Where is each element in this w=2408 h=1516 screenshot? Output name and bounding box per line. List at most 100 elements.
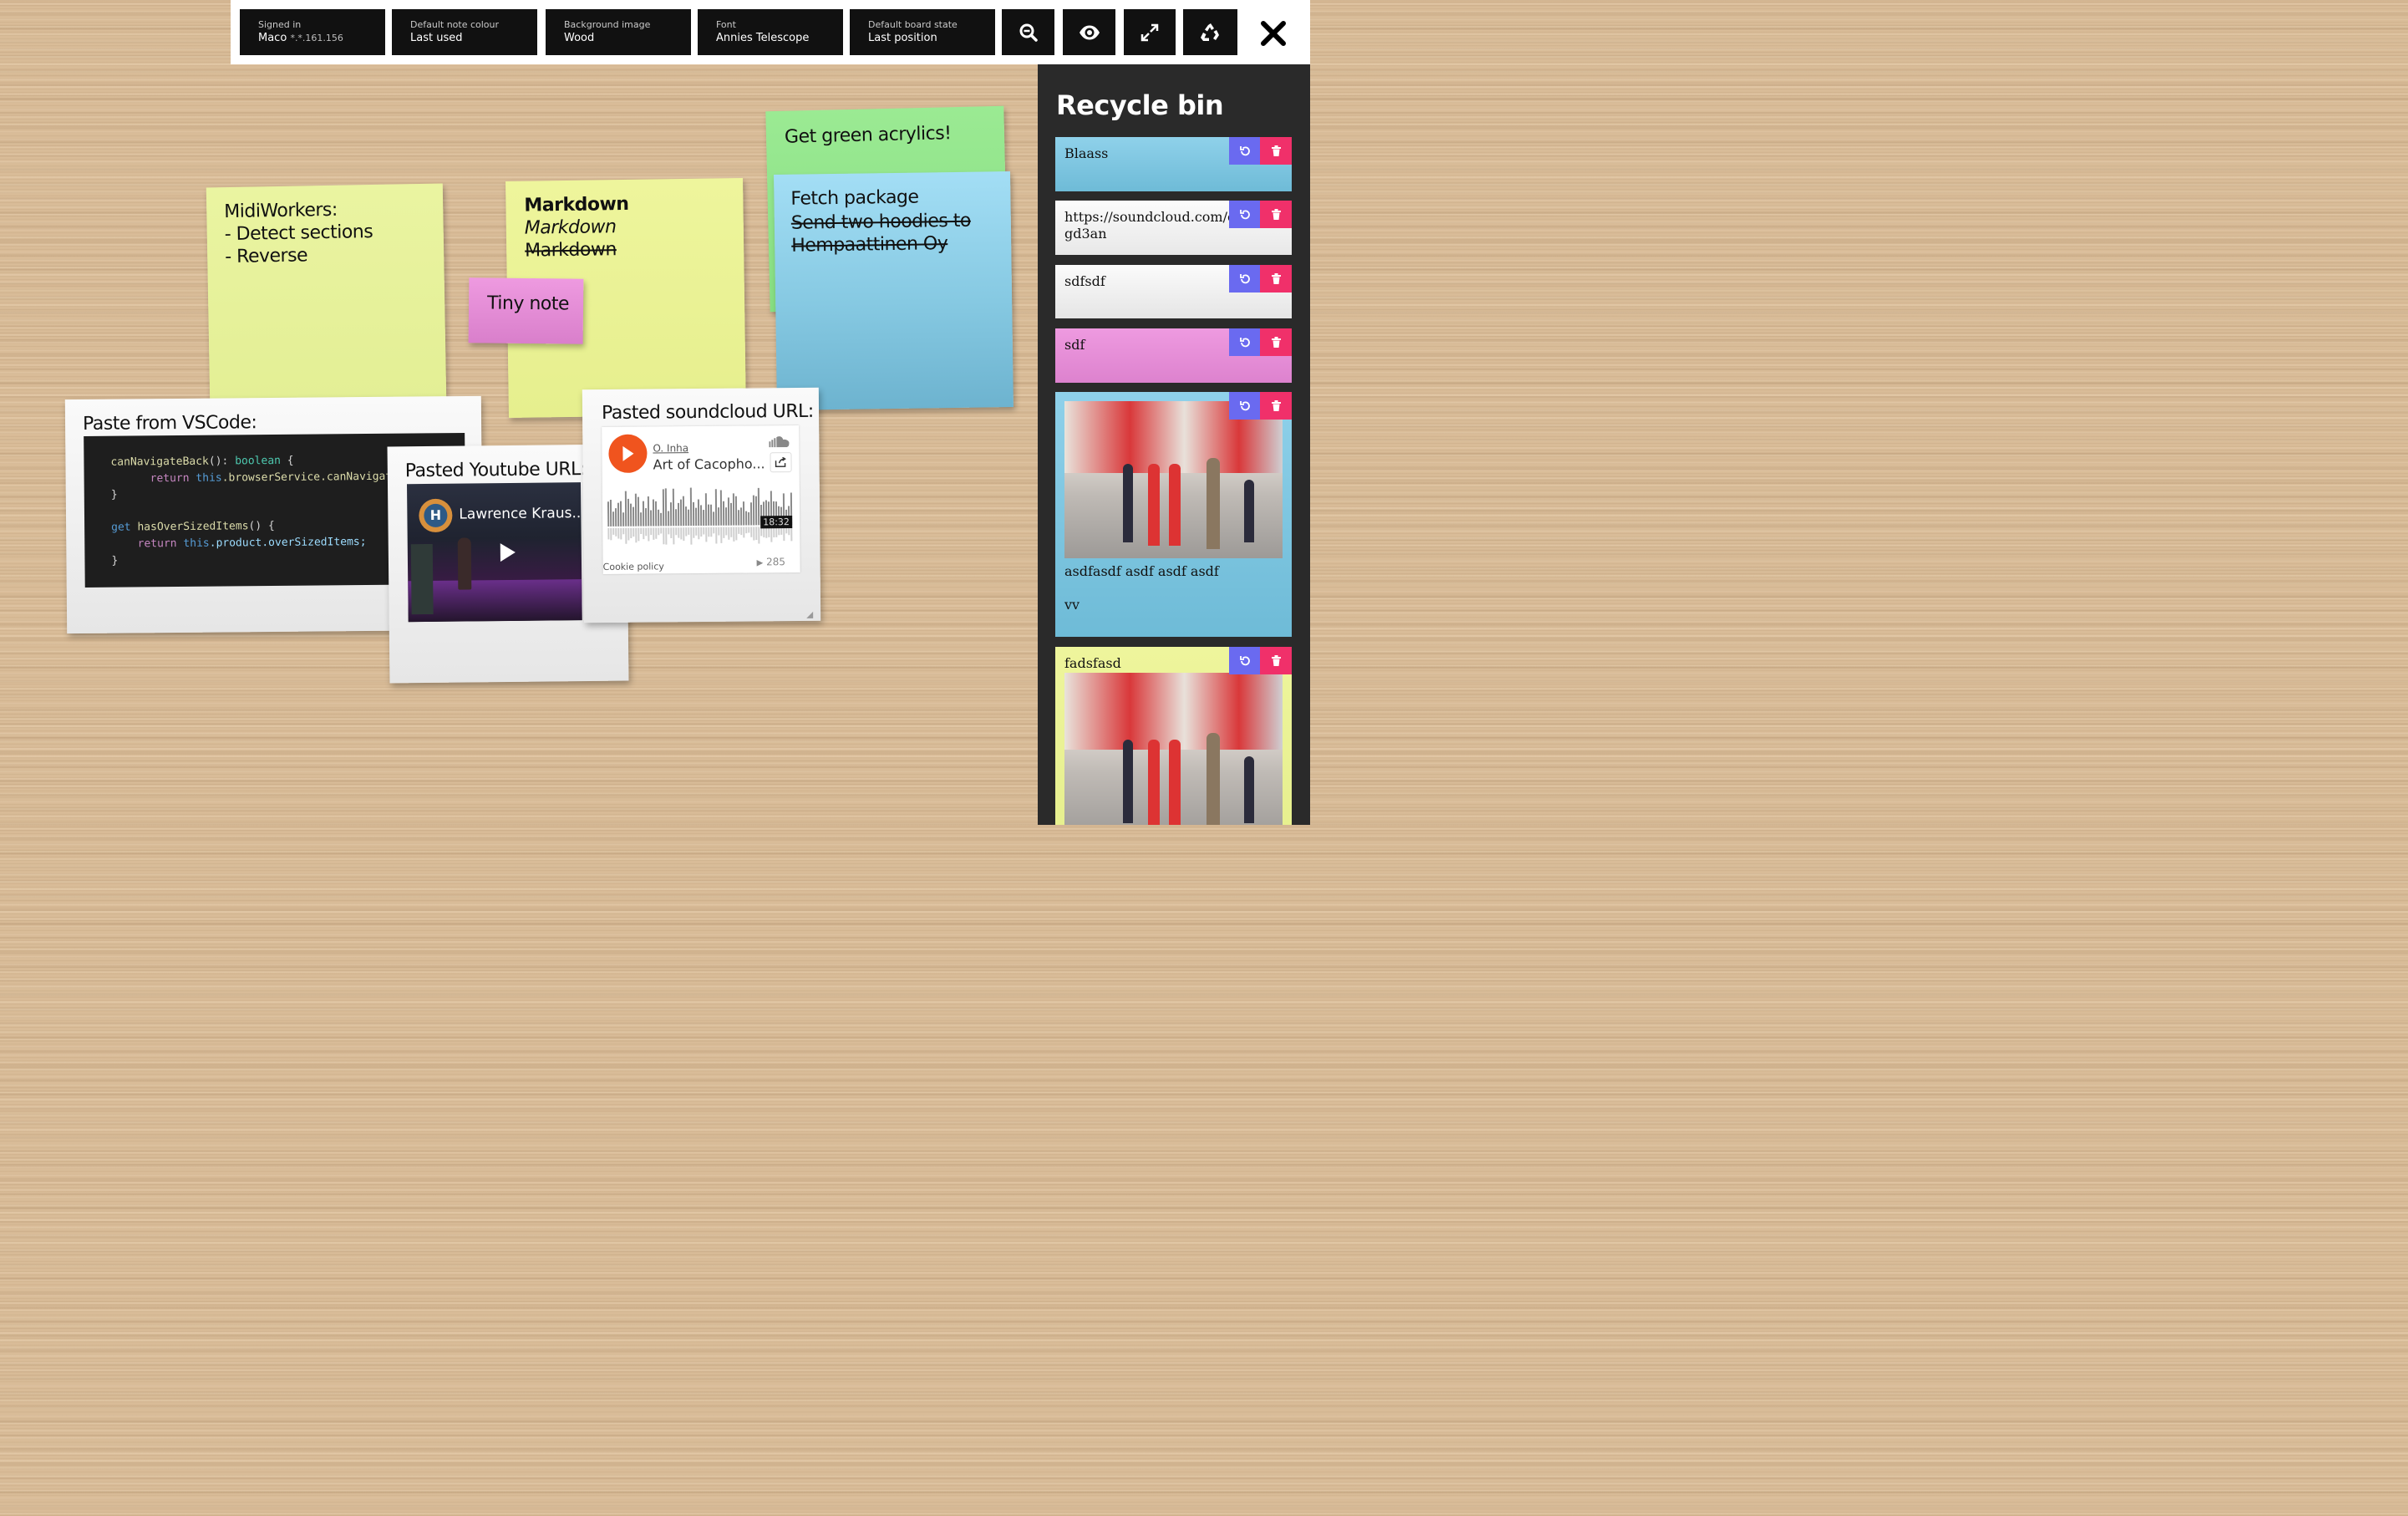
youtube-card-title: Pasted Youtube URL:: [404, 459, 587, 482]
soundcloud-card-title: Pasted soundcloud URL:: [601, 400, 814, 425]
track-title: Art of Cacopho...: [653, 455, 765, 473]
fetch-title: Fetch package: [790, 186, 919, 210]
delete-button[interactable]: [1260, 201, 1292, 228]
green-note-text: Get green acrylics!: [784, 123, 952, 148]
trash-icon: [1271, 273, 1281, 284]
play-icon[interactable]: [498, 542, 518, 563]
ip-address: *.*.161.156: [290, 33, 343, 43]
board-state-value: Last position: [868, 32, 937, 44]
recycle-bin-panel: Recycle bin Blaass https://soundcloud.co…: [1038, 64, 1310, 825]
signed-in-label: Signed in: [258, 19, 302, 30]
restore-button[interactable]: [1229, 265, 1260, 293]
trash-icon: [1271, 400, 1281, 411]
note-tiny[interactable]: Tiny note: [468, 277, 584, 344]
bin-item[interactable]: https://soundcloud.com/essil gd3an: [1055, 201, 1292, 255]
play-button[interactable]: [608, 434, 648, 473]
bin-item[interactable]: asdfasdf asdf asdf asdf vv: [1055, 392, 1292, 637]
delete-button[interactable]: [1260, 328, 1292, 356]
fetch-struck-line: Send two hoodies to: [790, 210, 972, 234]
undo-icon: [1239, 209, 1250, 219]
share-icon: [775, 457, 786, 467]
bin-item-text: vv: [1064, 597, 1080, 613]
bin-item[interactable]: Blaass: [1055, 137, 1292, 191]
board-state-label: Default board state: [868, 19, 958, 30]
trash-icon: [1271, 209, 1281, 220]
tiny-note-text: Tiny note: [486, 293, 570, 315]
restore-button[interactable]: [1229, 201, 1260, 228]
vscode-card-title: Paste from VSCode:: [82, 412, 257, 435]
note-midiworkers[interactable]: MidiWorkers: - Detect sections - Reverse: [206, 183, 447, 404]
close-icon: [1261, 21, 1286, 46]
note-line: - Reverse: [225, 245, 308, 268]
note-colour-label: Default note colour: [410, 19, 500, 30]
zoom-out-button[interactable]: [1002, 9, 1054, 55]
note-colour-value: Last used: [410, 32, 463, 44]
trash-icon: [1271, 655, 1281, 666]
delete-button[interactable]: [1260, 647, 1292, 674]
soundcloud-logo-icon: [769, 436, 790, 448]
restore-button[interactable]: [1229, 137, 1260, 165]
bin-item[interactable]: sdfsdf: [1055, 265, 1292, 318]
undo-icon: [1239, 400, 1250, 410]
username: Maco: [258, 32, 287, 44]
eye-icon: [1079, 25, 1100, 39]
markdown-italic: Markdown: [524, 216, 617, 239]
play-count-icon: ▶: [756, 558, 764, 568]
restore-button[interactable]: [1229, 647, 1260, 674]
delete-button[interactable]: [1260, 265, 1292, 293]
channel-logo: H: [419, 498, 453, 533]
bin-item-photo: [1064, 401, 1283, 558]
font-button[interactable]: Font Annies Telescope: [698, 9, 843, 55]
undo-icon: [1239, 655, 1250, 665]
bin-item[interactable]: fadsfasd: [1055, 647, 1292, 825]
markdown-heading: Markdown: [524, 193, 629, 216]
share-button[interactable]: [770, 452, 792, 473]
toolbar: Signed in Maco *.*.161.156 Default note …: [231, 0, 1310, 64]
fullscreen-button[interactable]: [1124, 9, 1176, 55]
artist-link[interactable]: O. Inha: [653, 442, 688, 454]
note-colour-button[interactable]: Default note colour Last used: [392, 9, 537, 55]
duration: 18:32: [760, 516, 792, 529]
trash-icon: [1271, 145, 1281, 156]
board-state-button[interactable]: Default board state Last position: [850, 9, 995, 55]
lectern: [410, 543, 434, 615]
bin-item-text: asdfasdf asdf asdf asdf: [1064, 563, 1219, 579]
recycle-bin-title: Recycle bin: [1056, 89, 1224, 121]
bin-item-photo: [1064, 673, 1283, 825]
play-count: ▶ 285: [757, 556, 786, 567]
undo-icon: [1239, 145, 1250, 155]
play-count-value: 285: [766, 556, 786, 568]
font-value: Annies Telescope: [716, 32, 810, 44]
background-image-value: Wood: [564, 32, 595, 44]
speaker-figure: [457, 537, 472, 590]
signed-in-button[interactable]: Signed in Maco *.*.161.156: [240, 9, 385, 55]
youtube-video[interactable]: H Lawrence Kraus...: [406, 482, 582, 623]
recycle-button[interactable]: [1183, 9, 1237, 55]
delete-button[interactable]: [1260, 137, 1292, 165]
stage-floor: [408, 578, 582, 623]
undo-icon: [1239, 337, 1250, 347]
video-title: Lawrence Kraus...: [459, 505, 582, 523]
fullscreen-icon: [1140, 23, 1159, 41]
fetch-struck-line: Hempaattinen Oy: [791, 233, 948, 257]
recycle-icon: [1200, 23, 1219, 41]
soundcloud-player[interactable]: O. Inha Art of Cacopho... 18:32 Cookie p…: [602, 425, 800, 575]
trash-icon: [1271, 337, 1281, 348]
markdown-strike: Markdown: [525, 239, 617, 262]
close-button[interactable]: [1257, 17, 1290, 50]
play-icon: [622, 445, 634, 461]
font-label: Font: [716, 19, 736, 30]
delete-button[interactable]: [1260, 392, 1292, 420]
background-image-button[interactable]: Background image Wood: [546, 9, 691, 55]
cookie-policy-link[interactable]: Cookie policy: [603, 561, 664, 572]
note-fetch-package[interactable]: Fetch package Send two hoodies to Hempaa…: [774, 171, 1013, 410]
bin-item-text: gd3an: [1064, 226, 1107, 242]
background-image-label: Background image: [564, 19, 651, 30]
zoom-out-icon: [1019, 23, 1038, 42]
bin-item[interactable]: sdf: [1055, 328, 1292, 383]
card-soundcloud[interactable]: Pasted soundcloud URL: O. Inha Art of Ca…: [582, 387, 821, 623]
restore-button[interactable]: [1229, 328, 1260, 356]
restore-button[interactable]: [1229, 392, 1260, 420]
eye-button[interactable]: [1063, 9, 1115, 55]
resize-handle-icon[interactable]: [806, 611, 814, 619]
